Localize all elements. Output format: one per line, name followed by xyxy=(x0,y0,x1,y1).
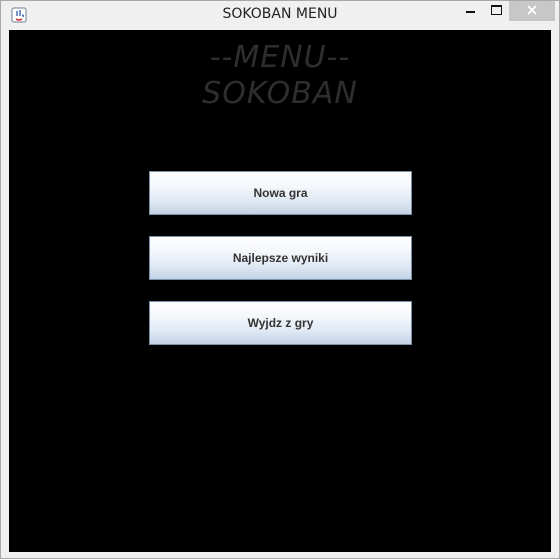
menu-panel: --MENU-- SOKOBAN Nowa gra Najlepsze wyni… xyxy=(9,30,551,552)
minimize-icon xyxy=(465,11,475,13)
exit-game-button[interactable]: Wyjdz z gry xyxy=(149,301,412,345)
maximize-button[interactable] xyxy=(483,1,509,21)
title-bar[interactable]: SOKOBAN MENU xyxy=(1,1,559,30)
maximize-icon xyxy=(490,5,502,15)
game-title: SOKOBAN xyxy=(202,76,358,111)
menu-heading: --MENU-- xyxy=(209,40,351,75)
close-icon xyxy=(527,2,537,20)
new-game-button[interactable]: Nowa gra xyxy=(149,171,412,215)
minimize-button[interactable] xyxy=(457,1,483,21)
high-scores-button[interactable]: Najlepsze wyniki xyxy=(149,236,412,280)
close-button[interactable] xyxy=(509,1,555,21)
app-window: SOKOBAN MENU --MENU-- SOKOBAN Nowa gra N… xyxy=(0,0,560,559)
